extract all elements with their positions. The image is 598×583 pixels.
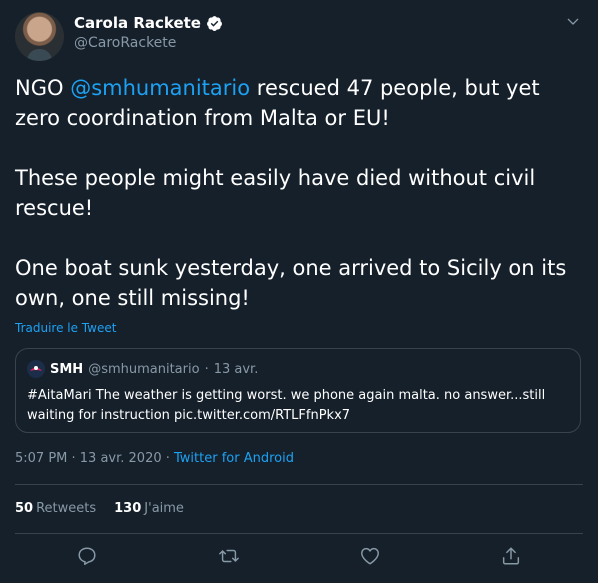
quoted-author-avatar <box>27 360 45 378</box>
reply-icon[interactable] <box>76 545 98 567</box>
tweet-body: NGO @smhumanitario rescued 47 people, bu… <box>15 73 583 313</box>
tweet-paragraph: NGO @smhumanitario rescued 47 people, bu… <box>15 73 583 133</box>
quoted-tweet[interactable]: SMH @smhumanitario · 13 avr. #AitaMari T… <box>15 348 581 433</box>
likes-stat[interactable]: 130 J'aime <box>114 501 184 516</box>
tweet-text-segment: NGO <box>15 76 71 100</box>
author-avatar[interactable] <box>15 12 64 61</box>
retweet-icon[interactable] <box>218 545 240 567</box>
retweets-stat[interactable]: 50 Retweets <box>15 501 96 516</box>
chevron-down-icon[interactable] <box>565 14 581 30</box>
divider <box>15 533 583 534</box>
quoted-date: 13 avr. <box>213 361 259 377</box>
retweets-label: Retweets <box>36 501 97 516</box>
quoted-author-handle: @smhumanitario <box>88 361 200 377</box>
author-name-row: Carola Rackete <box>74 14 223 32</box>
retweets-count: 50 <box>15 501 34 516</box>
likes-label: J'aime <box>144 501 184 516</box>
tweet-actions <box>0 545 598 575</box>
mention-link[interactable]: @smhumanitario <box>70 76 250 100</box>
tweet-source-link[interactable]: Twitter for Android <box>174 451 294 466</box>
share-icon[interactable] <box>500 545 522 567</box>
divider <box>15 484 583 485</box>
quoted-tweet-header: SMH @smhumanitario · 13 avr. <box>27 360 258 378</box>
quoted-tweet-text: #AitaMari The weather is getting worst. … <box>27 388 546 423</box>
tweet-header: Carola Rackete @CaroRackete <box>15 12 583 62</box>
likes-count: 130 <box>114 501 142 516</box>
verified-badge-icon <box>206 15 223 32</box>
tweet-stats: 50 Retweets 130 J'aime <box>15 501 184 516</box>
quoted-author-name: SMH <box>50 361 84 377</box>
tweet-timestamp[interactable]: 5:07 PM · 13 avr. 2020 · <box>15 451 174 466</box>
translate-tweet-link[interactable]: Traduire le Tweet <box>15 321 116 335</box>
tweet-meta: 5:07 PM · 13 avr. 2020 · Twitter for And… <box>15 451 294 466</box>
author-display-name[interactable]: Carola Rackete <box>74 14 201 32</box>
quoted-separator: · <box>204 361 209 377</box>
tweet-paragraph: These people might easily have died with… <box>15 166 536 220</box>
tweet-paragraph: One boat sunk yesterday, one arrived to … <box>15 256 567 310</box>
heart-icon[interactable] <box>359 545 381 567</box>
author-handle[interactable]: @CaroRackete <box>74 35 176 51</box>
